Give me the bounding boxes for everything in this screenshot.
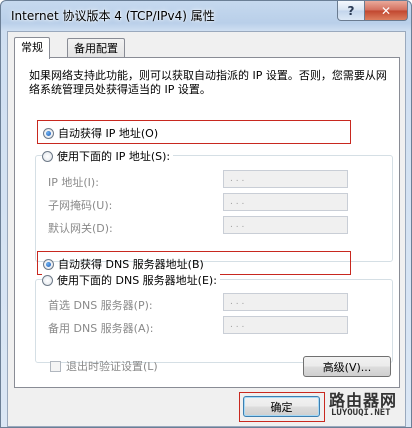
alternate-dns-label: 备用 DNS 服务器(A): <box>48 322 154 335</box>
radio-ip-manual-label[interactable]: 使用下面的 IP 地址(S): <box>57 148 170 164</box>
validate-on-exit: 退出时验证设置(L) <box>50 358 158 374</box>
help-icon: ? <box>347 3 355 18</box>
validate-on-exit-checkbox <box>50 360 61 372</box>
title-bar[interactable]: Internet 协议版本 4 (TCP/IPv4) 属性 ? ✕ <box>1 1 411 29</box>
radio-ip-manual-indicator[interactable] <box>42 150 53 162</box>
radio-dns-auto-indicator[interactable] <box>43 258 54 270</box>
alternate-dns-field: . . . <box>223 316 348 334</box>
window-title: Internet 协议版本 4 (TCP/IPv4) 属性 <box>11 9 215 23</box>
subnet-mask-value: . . . <box>230 197 245 207</box>
ip-address-value: . . . <box>230 174 245 184</box>
help-button[interactable]: ? <box>337 1 365 21</box>
watermark-logo-url: LUYOUQI.NET <box>331 408 391 418</box>
ip-address-field: . . . <box>223 170 348 188</box>
radio-ip-auto-label[interactable]: 自动获得 IP 地址(O) <box>58 125 158 141</box>
close-button[interactable]: ✕ <box>364 1 408 21</box>
advanced-button[interactable]: 高级(V)... <box>303 356 391 377</box>
subnet-mask-label: 子网掩码(U): <box>48 199 113 212</box>
dialog-window: Internet 协议版本 4 (TCP/IPv4) 属性 ? ✕ 常规 备用配… <box>0 0 412 428</box>
radio-dns-manual[interactable]: 使用下面的 DNS 服务器地址(E): <box>42 272 220 288</box>
radio-ip-manual[interactable]: 使用下面的 IP 地址(S): <box>42 148 174 164</box>
tab-general[interactable]: 常规 <box>14 37 50 59</box>
close-icon: ✕ <box>380 3 392 18</box>
ip-address-label: IP 地址(I): <box>48 176 99 189</box>
tab-panel-general: 如果网络支持此功能，则可以获取自动指派的 IP 设置。否则，您需要从网络系统管理… <box>14 57 400 388</box>
radio-dns-auto-label[interactable]: 自动获得 DNS 服务器地址(B) <box>58 256 204 272</box>
default-gateway-value: . . . <box>230 220 245 230</box>
preferred-dns-value: . . . <box>230 297 245 307</box>
preferred-dns-field: . . . <box>223 293 348 311</box>
preferred-dns-label: 首选 DNS 服务器(P): <box>48 299 153 312</box>
dialog-client: 常规 备用配置 如果网络支持此功能，则可以获取自动指派的 IP 设置。否则，您需… <box>7 31 406 427</box>
validate-on-exit-label: 退出时验证设置(L) <box>66 360 158 373</box>
highlight-box-ok <box>239 392 325 422</box>
radio-dns-manual-indicator[interactable] <box>42 274 53 286</box>
default-gateway-field: . . . <box>223 216 348 234</box>
description-text: 如果网络支持此功能，则可以获取自动指派的 IP 设置。否则，您需要从网络系统管理… <box>29 69 387 96</box>
subnet-mask-field: . . . <box>223 193 348 211</box>
radio-ip-auto-indicator[interactable] <box>43 127 54 139</box>
alternate-dns-value: . . . <box>230 320 245 330</box>
tab-alternate-config[interactable]: 备用配置 <box>67 38 125 58</box>
default-gateway-label: 默认网关(D): <box>48 222 113 235</box>
radio-dns-manual-label[interactable]: 使用下面的 DNS 服务器地址(E): <box>57 272 217 288</box>
radio-dns-auto[interactable]: 自动获得 DNS 服务器地址(B) <box>43 256 204 272</box>
radio-ip-auto[interactable]: 自动获得 IP 地址(O) <box>43 125 158 141</box>
